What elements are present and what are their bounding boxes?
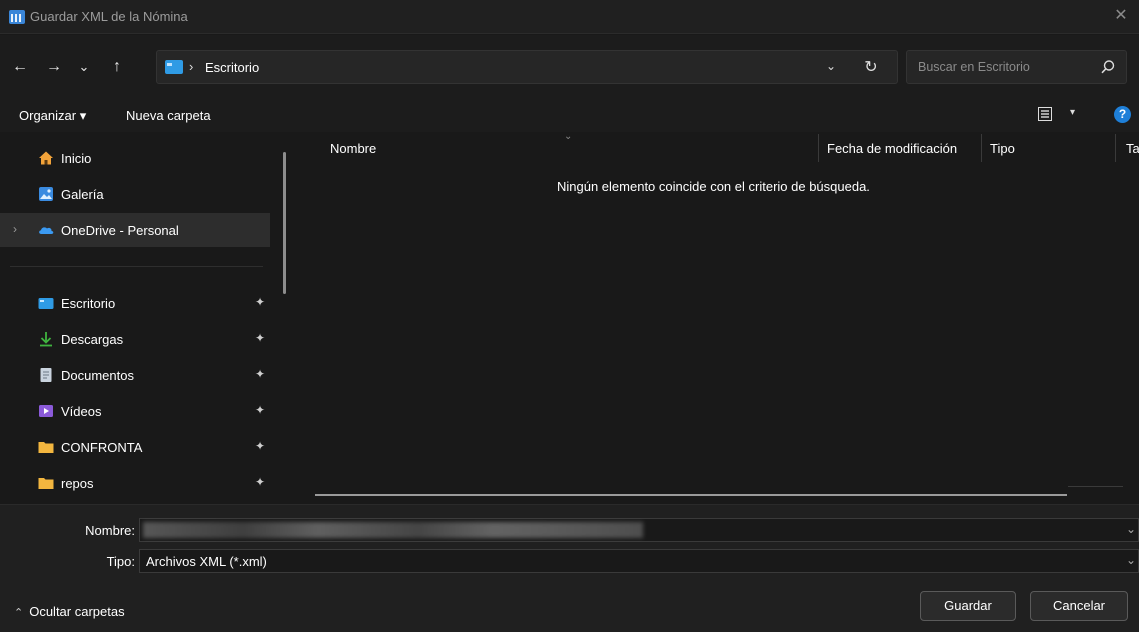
pin-icon[interactable]: ✦ <box>255 439 265 453</box>
sidebar-item-confronta[interactable]: CONFRONTA ✦ <box>0 430 270 464</box>
pin-icon[interactable]: ✦ <box>255 295 265 309</box>
save-dialog: Guardar XML de la Nómina ✕ ← → ⌄ ↑ › Esc… <box>0 0 1139 632</box>
folder-icon <box>38 442 54 453</box>
pin-icon[interactable]: ✦ <box>255 403 265 417</box>
documents-icon <box>40 368 52 382</box>
column-separator[interactable] <box>1115 134 1116 162</box>
cancel-button[interactable]: Cancelar <box>1030 591 1128 621</box>
up-button[interactable]: ↑ <box>105 55 129 79</box>
column-separator[interactable] <box>818 134 819 162</box>
organize-button[interactable]: Organizar ▾ <box>19 108 86 124</box>
sidebar-item-label: Galería <box>61 187 104 202</box>
hide-folders-label: Ocultar carpetas <box>29 604 125 619</box>
sidebar-item-label: Documentos <box>61 368 134 383</box>
search-icon[interactable] <box>1100 59 1116 75</box>
sort-caret-icon: ⌄ <box>564 131 573 142</box>
home-icon <box>39 151 53 165</box>
window-title: Guardar XML de la Nómina <box>30 9 188 24</box>
sidebar-item-galeria[interactable]: Galería <box>0 177 270 211</box>
sidebar-divider <box>10 266 263 267</box>
sidebar-item-label: Escritorio <box>61 296 116 311</box>
sidebar-item-label: OneDrive - Personal <box>61 223 179 238</box>
sidebar-item-documentos[interactable]: Documentos ✦ <box>0 358 270 392</box>
column-header-modified[interactable]: Fecha de modificación <box>827 141 957 156</box>
hide-folders-button[interactable]: ⌃ Ocultar carpetas <box>14 604 125 619</box>
view-options-icon[interactable] <box>1038 107 1052 121</box>
sidebar-scrollbar[interactable] <box>283 152 286 294</box>
refresh-icon[interactable]: ↻ <box>860 57 882 79</box>
title-bar: Guardar XML de la Nómina ✕ <box>0 0 1139 34</box>
download-icon <box>40 332 52 347</box>
command-bar: Organizar ▾ Nueva carpeta ▾ ? <box>0 98 1139 132</box>
save-form: Nombre: ⌄ Tipo: Archivos XML (*.xml) ⌄ ⌃… <box>0 504 1139 632</box>
filetype-select[interactable]: Archivos XML (*.xml) ⌄ <box>139 549 1139 573</box>
folder-icon <box>38 478 54 489</box>
new-folder-button[interactable]: Nueva carpeta <box>126 108 211 123</box>
app-icon <box>9 10 25 24</box>
desktop-folder-icon <box>38 298 54 309</box>
sidebar-item-label: Descargas <box>61 332 124 347</box>
forward-button[interactable]: → <box>42 55 66 79</box>
sidebar-item-repos[interactable]: repos ✦ <box>0 466 270 500</box>
sidebar-item-label: Inicio <box>61 151 92 166</box>
column-header-type[interactable]: Tipo <box>990 141 1015 156</box>
breadcrumb-separator: › <box>189 59 194 74</box>
search-input[interactable]: Buscar en Escritorio <box>918 60 1030 74</box>
file-list: ⌄ Nombre Fecha de modificación Tipo Ta N… <box>292 131 1139 504</box>
sidebar-item-onedrive[interactable]: › OneDrive - Personal <box>0 213 270 247</box>
address-dropdown-icon[interactable]: ⌄ <box>821 59 841 77</box>
chevron-down-icon[interactable]: ⌄ <box>1126 522 1136 536</box>
chevron-up-icon: ⌃ <box>14 607 24 619</box>
pin-icon[interactable]: ✦ <box>255 331 265 345</box>
scrollbar-track <box>1068 486 1123 487</box>
redacted-filename <box>143 522 643 538</box>
pin-icon[interactable]: ✦ <box>255 475 265 489</box>
filetype-value: Archivos XML (*.xml) <box>146 554 267 569</box>
breadcrumb-escritorio[interactable]: Escritorio <box>205 60 259 75</box>
column-separator[interactable] <box>981 134 982 162</box>
sidebar-item-videos[interactable]: Vídeos ✦ <box>0 394 270 428</box>
sidebar-item-label: Vídeos <box>61 404 102 419</box>
sidebar-item-escritorio[interactable]: Escritorio ✦ <box>0 286 270 320</box>
horizontal-scrollbar[interactable] <box>315 494 1067 496</box>
videos-icon <box>39 405 53 417</box>
gallery-icon <box>39 187 53 201</box>
recent-locations-button[interactable]: ⌄ <box>72 55 96 79</box>
address-bar[interactable]: › Escritorio ⌄ ↻ <box>156 50 898 84</box>
sidebar-item-label: CONFRONTA <box>61 440 143 455</box>
filename-label: Nombre: <box>85 523 135 538</box>
sidebar-item-label: repos <box>61 476 94 491</box>
close-icon[interactable]: ✕ <box>1111 6 1131 26</box>
view-dropdown-icon[interactable]: ▾ <box>1070 107 1075 118</box>
empty-state-message: Ningún elemento coincide con el criterio… <box>557 179 870 194</box>
column-header-name[interactable]: Nombre <box>330 141 376 156</box>
navigation-pane: Inicio Galería › OneDrive - Personal Esc… <box>0 132 291 504</box>
column-header-size[interactable]: Ta <box>1126 141 1139 156</box>
expand-chevron-icon[interactable]: › <box>13 222 17 236</box>
help-icon[interactable]: ? <box>1114 106 1131 123</box>
filename-input[interactable]: ⌄ <box>139 518 1139 542</box>
sidebar-item-descargas[interactable]: Descargas ✦ <box>0 322 270 356</box>
sidebar-item-inicio[interactable]: Inicio <box>0 141 270 175</box>
save-button[interactable]: Guardar <box>920 591 1016 621</box>
search-box[interactable]: Buscar en Escritorio <box>906 50 1127 84</box>
chevron-down-icon[interactable]: ⌄ <box>1126 553 1136 567</box>
desktop-folder-icon <box>165 60 183 74</box>
filetype-label: Tipo: <box>106 554 135 569</box>
onedrive-icon <box>39 227 54 234</box>
pin-icon[interactable]: ✦ <box>255 367 265 381</box>
back-button[interactable]: ← <box>8 55 32 79</box>
navigation-bar: ← → ⌄ ↑ › Escritorio ⌄ ↻ Buscar en Escri… <box>0 35 1139 98</box>
